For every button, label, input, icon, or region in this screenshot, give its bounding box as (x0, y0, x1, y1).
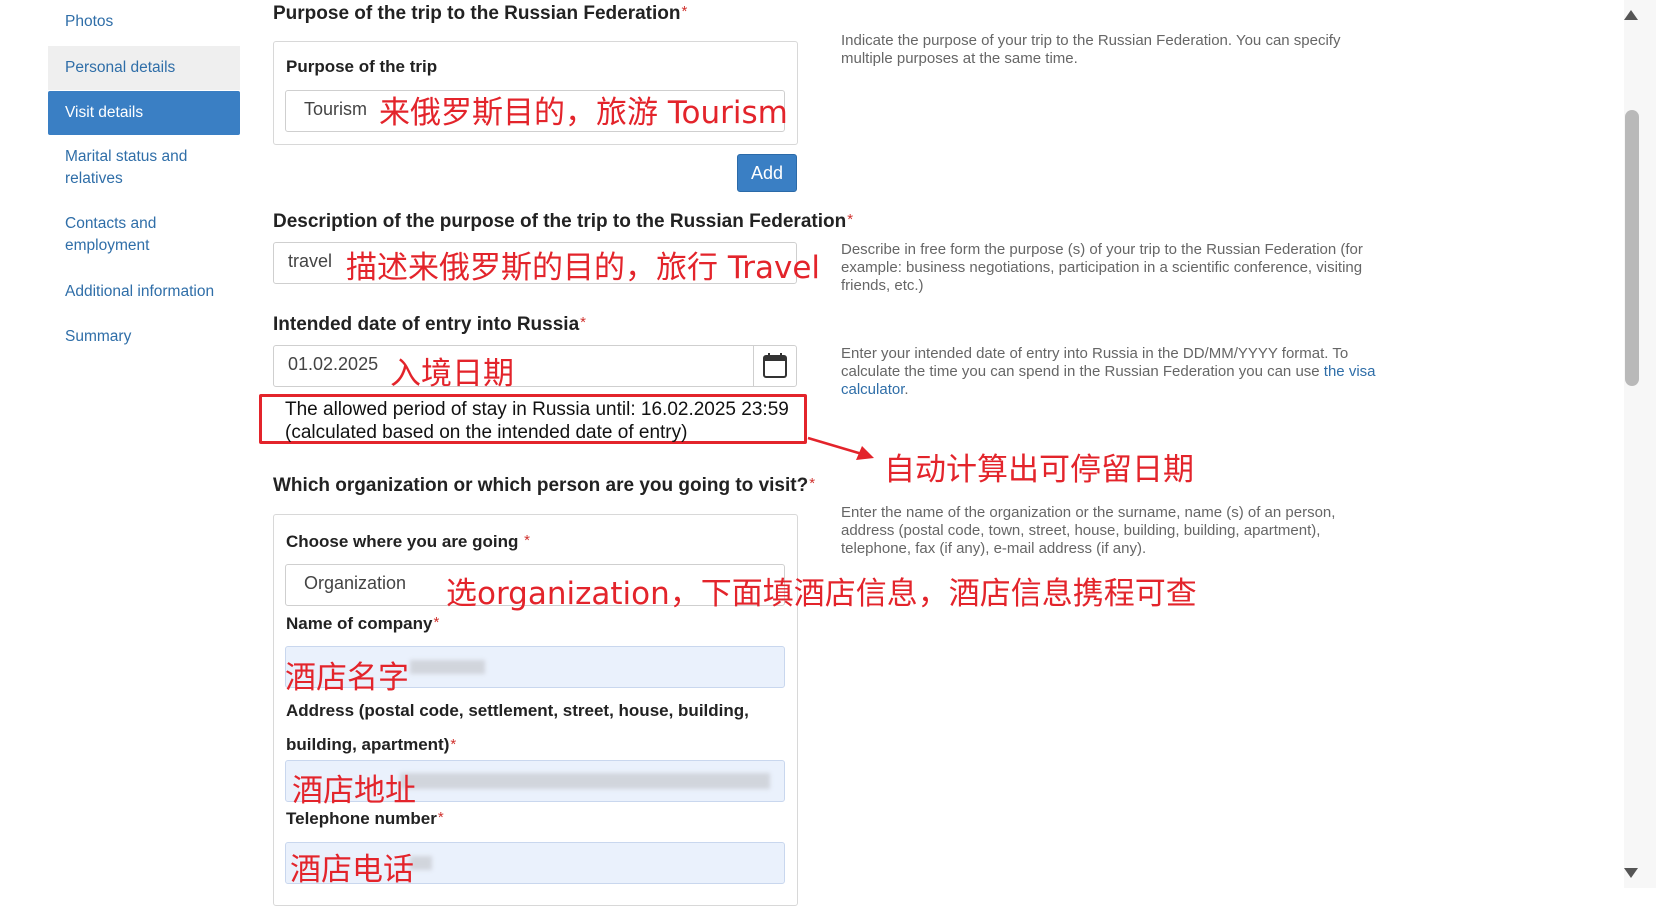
address-label: Address (postal code, settlement, street… (286, 701, 749, 754)
telephone-label: Telephone number* (286, 809, 444, 828)
annotation-hotel-name: 酒店名字 (285, 660, 409, 696)
annotation-purpose: 来俄罗斯目的，旅游 Tourism (379, 95, 788, 131)
company-label: Name of company* (286, 614, 440, 633)
allowed-period-text: The allowed period of stay in Russia unt… (285, 399, 789, 443)
scroll-up-icon[interactable] (1622, 8, 1640, 22)
calendar-icon (763, 353, 787, 378)
redacted-address (400, 773, 770, 789)
help-entry-date: Enter your intended date of entry into R… (841, 345, 1376, 398)
description-title: Description of the purpose of the trip t… (273, 211, 854, 232)
purpose-section-title: Purpose of the trip to the Russian Feder… (273, 3, 688, 24)
sidebar-item-contacts[interactable]: Contacts and employment (48, 213, 198, 257)
sidebar-item-marital-status[interactable]: Marital status and relatives (48, 146, 218, 190)
annotation-auto-calc: 自动计算出可停留日期 (884, 452, 1194, 488)
visit-title: Which organization or which person are y… (273, 475, 816, 496)
purpose-label: Purpose of the trip (286, 57, 438, 76)
scroll-down-icon[interactable] (1622, 866, 1640, 880)
scrollbar-thumb[interactable] (1625, 110, 1639, 386)
annotation-hotel-phone: 酒店电话 (290, 852, 414, 888)
sidebar-item-visit-details[interactable]: Visit details (48, 91, 240, 135)
choose-label: Choose where you are going * (286, 532, 530, 551)
annotation-entry-date: 入境日期 (390, 356, 514, 392)
redacted-company (410, 660, 485, 674)
help-purpose: Indicate the purpose of your trip to the… (841, 32, 1341, 67)
add-purpose-button[interactable]: Add (737, 154, 797, 192)
help-visit: Enter the name of the organization or th… (841, 504, 1336, 557)
annotation-arrow-icon (807, 436, 874, 460)
sidebar-item-personal-details[interactable]: Personal details (48, 46, 240, 90)
entry-date-title: Intended date of entry into Russia* (273, 314, 586, 335)
help-description: Describe in free form the purpose (s) of… (841, 241, 1363, 294)
calendar-button[interactable] (753, 346, 796, 386)
annotation-description: 描述来俄罗斯的目的，旅行 Travel (346, 250, 821, 286)
entry-date-input[interactable]: 01.02.2025 (273, 345, 797, 387)
sidebar-item-summary[interactable]: Summary (48, 326, 240, 348)
sidebar-item-photos[interactable]: Photos (48, 11, 240, 35)
sidebar-item-additional-information[interactable]: Additional information (48, 281, 248, 303)
annotation-hotel-address: 酒店地址 (292, 773, 416, 809)
annotation-organization: 选organization，下面填酒店信息，酒店信息携程可查 (446, 576, 1197, 612)
